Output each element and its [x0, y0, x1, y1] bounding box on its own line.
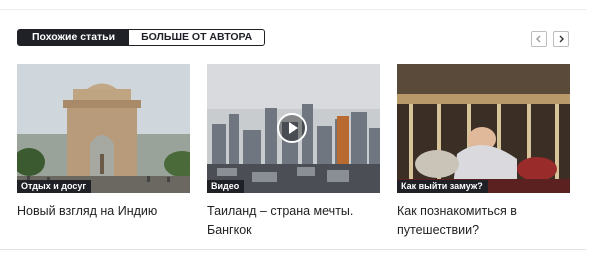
play-button[interactable] [277, 113, 307, 143]
article-card: Как выйти замуж? Как познакомиться в пут… [397, 64, 570, 240]
tab-more-from-author[interactable]: БОЛЬШЕ ОТ АВТОРА [128, 29, 266, 46]
chevron-right-icon [559, 35, 564, 43]
bottom-divider [0, 249, 586, 250]
article-thumbnail[interactable]: Как выйти замуж? [397, 64, 570, 193]
article-card: Видео Таиланд – страна мечты. Бангкок [207, 64, 380, 240]
tab-related-articles[interactable]: Похожие статьи [17, 29, 129, 46]
category-badge[interactable]: Видео [207, 180, 245, 193]
next-button[interactable] [553, 31, 569, 47]
category-badge[interactable]: Как выйти замуж? [397, 180, 488, 193]
india-gate-image [17, 64, 190, 193]
article-thumbnail[interactable]: Видео [207, 64, 380, 193]
chevron-left-icon [536, 35, 541, 43]
category-badge[interactable]: Отдых и досуг [17, 180, 92, 193]
articles-tabs: Похожие статьи БОЛЬШЕ ОТ АВТОРА [17, 29, 266, 46]
carousel-image [397, 64, 570, 193]
article-title-link[interactable]: Таиланд – страна мечты. Бангкок [207, 202, 380, 240]
play-icon [289, 122, 298, 134]
carousel-nav [531, 31, 569, 47]
article-title-link[interactable]: Как познакомиться в путешествии? [397, 202, 570, 240]
prev-button[interactable] [531, 31, 547, 47]
article-title-link[interactable]: Новый взгляд на Индию [17, 202, 190, 221]
top-divider [0, 9, 586, 10]
article-card: Отдых и досуг Новый взгляд на Индию [17, 64, 190, 221]
article-thumbnail[interactable]: Отдых и досуг [17, 64, 190, 193]
